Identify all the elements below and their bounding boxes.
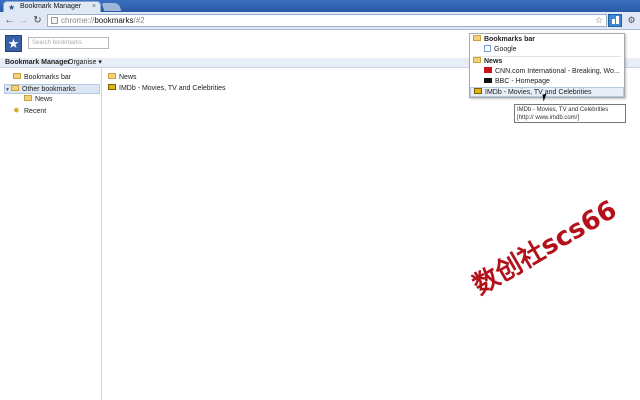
tree-item-label: Recent [24, 108, 47, 115]
bar-icon [616, 16, 619, 24]
bookmarks-popup: Bookmarks bar Google News CNN.com Intern… [469, 33, 625, 98]
address-bar[interactable]: chrome://bookmarks/#2 ☆ [47, 14, 607, 27]
list-item[interactable]: News [108, 73, 137, 83]
folder-icon [13, 73, 21, 80]
reload-button[interactable]: ↻ [32, 15, 43, 26]
folder-icon [24, 95, 32, 102]
tab-bookmark-manager[interactable]: ★ Bookmark Manager × [3, 1, 101, 12]
tab-strip: ★ Bookmark Manager × [0, 0, 640, 12]
organise-menu-button[interactable]: Organise ▾ [68, 58, 102, 68]
tree-item-label: Bookmarks bar [24, 74, 72, 81]
bookmark-star-icon[interactable]: ☆ [595, 15, 603, 26]
url-path: /#2 [133, 16, 145, 25]
folder-icon [11, 85, 19, 92]
tree-item-bookmarks-bar[interactable]: Bookmarks bar [13, 73, 71, 83]
popup-label: Google [494, 46, 517, 53]
bar-icon [612, 19, 615, 24]
recent-icon: ✹ [13, 106, 20, 115]
url-host: bookmarks [94, 16, 134, 25]
folder-icon [473, 57, 481, 64]
toolbar: ← → ↻ chrome://bookmarks/#2 ☆ ⚙ [0, 12, 640, 30]
forward-button[interactable]: → [18, 15, 29, 26]
popup-label: Bookmarks bar [484, 36, 535, 43]
cnn-icon [484, 67, 492, 74]
tree-item-news[interactable]: News [24, 95, 53, 105]
list-item[interactable]: IMDb - Movies, TV and Celebrities [108, 84, 225, 94]
popup-item-cnn[interactable]: CNN.com International - Breaking, Wo... [484, 67, 622, 77]
close-icon[interactable]: × [92, 2, 96, 12]
popup-label: CNN.com International - Breaking, Wo... [495, 68, 620, 75]
tree-item-recent[interactable]: ✹ Recent [13, 106, 46, 116]
bookmarks-extension-button[interactable] [608, 14, 622, 27]
google-icon [484, 45, 491, 52]
tree-item-label: News [35, 96, 53, 103]
popup-folder-bookmarks-bar[interactable]: Bookmarks bar [473, 35, 621, 45]
imdb-icon [474, 88, 482, 95]
tree-item-other-bookmarks[interactable]: ▼ Other bookmarks [4, 84, 100, 94]
tab-title: Bookmark Manager [20, 3, 82, 10]
folder-tree: Bookmarks bar ▼ Other bookmarks News ✹ Rec… [0, 68, 102, 400]
popup-label: IMDb - Movies, TV and Celebrities [485, 89, 592, 96]
tooltip: IMDb - Movies, TV and Celebrities [http:… [514, 104, 626, 123]
expand-icon[interactable]: ▼ [5, 85, 10, 95]
bookmark-manager-logo: ★ [5, 35, 22, 52]
imdb-icon [108, 84, 116, 91]
search-input[interactable]: Search bookmarks [28, 37, 109, 49]
url-scheme: chrome:// [61, 16, 95, 25]
page-icon [51, 17, 58, 24]
folder-icon [473, 35, 481, 42]
new-tab-button[interactable] [101, 3, 122, 11]
folder-icon [108, 73, 116, 80]
popup-label: News [484, 58, 503, 65]
wrench-icon[interactable]: ⚙ [626, 14, 637, 27]
mouse-cursor [542, 93, 550, 102]
popup-item-bbc[interactable]: BBC - Homepage [484, 77, 622, 87]
watermark: 数创社scs66 [468, 194, 623, 302]
bbc-icon [484, 77, 492, 83]
tree-item-label: Other bookmarks [22, 86, 76, 93]
back-button[interactable]: ← [4, 15, 15, 26]
page-title: Bookmark Manager [5, 59, 70, 66]
popup-item-google[interactable]: Google [484, 45, 622, 55]
list-item-label: News [119, 74, 137, 81]
popup-folder-news[interactable]: News [473, 57, 621, 67]
list-item-label: IMDb - Movies, TV and Celebrities [119, 85, 226, 92]
popup-label: BBC - Homepage [495, 78, 550, 85]
